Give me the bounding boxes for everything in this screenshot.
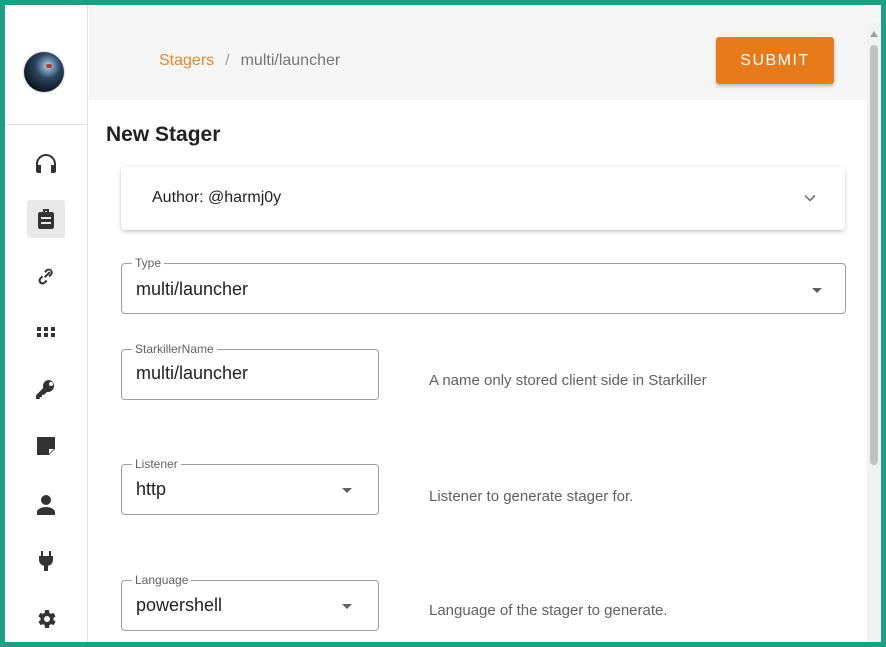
briefcase-icon xyxy=(38,209,54,229)
plug-icon xyxy=(39,551,53,571)
caret-down-icon[interactable] xyxy=(342,488,352,493)
user-icon xyxy=(37,495,55,515)
sidebar-item-users[interactable] xyxy=(27,486,65,524)
listener-select[interactable]: Listener http xyxy=(121,457,379,515)
submit-button[interactable]: SUBMIT xyxy=(716,37,834,84)
top-bar: Stagers / multi/launcher SUBMIT xyxy=(89,5,881,100)
language-value: powershell xyxy=(136,595,223,615)
listener-hint: Listener to generate stager for. xyxy=(429,488,634,505)
caret-down-icon[interactable] xyxy=(812,288,822,293)
sidebar xyxy=(5,5,88,642)
author-expansion-panel[interactable]: Author: @harmj0y xyxy=(121,167,845,230)
type-select[interactable]: Type multi/launcher xyxy=(121,256,846,314)
empire-logo[interactable] xyxy=(24,52,64,92)
scroll-up-arrow-icon[interactable] xyxy=(870,31,878,37)
sidebar-item-agents[interactable] xyxy=(27,257,65,295)
scrollbar[interactable] xyxy=(867,23,881,642)
link-icon xyxy=(38,268,53,285)
starkiller-name-label: StarkillerName xyxy=(132,342,217,356)
gear-icon xyxy=(38,610,56,628)
type-label: Type xyxy=(132,256,165,270)
breadcrumb-current: multi/launcher xyxy=(240,52,341,69)
breadcrumb-separator: / xyxy=(225,52,230,69)
breadcrumb-link-stagers[interactable]: Stagers xyxy=(159,52,214,69)
sidebar-item-reporting[interactable] xyxy=(27,427,65,465)
grid-icon xyxy=(37,327,55,337)
headphones-icon xyxy=(36,154,56,173)
sidebar-item-plugins[interactable] xyxy=(27,542,65,580)
chevron-down-icon[interactable] xyxy=(803,191,817,205)
sidebar-item-settings[interactable] xyxy=(27,600,65,638)
author-text: Author: @harmj0y xyxy=(152,189,282,206)
breadcrumb: Stagers / multi/launcher xyxy=(159,52,340,70)
language-hint: Language of the stager to generate. xyxy=(429,602,668,619)
page-title: New Stager xyxy=(106,123,221,146)
starkiller-name-hint: A name only stored client side in Starki… xyxy=(429,372,707,389)
caret-down-icon[interactable] xyxy=(342,604,352,609)
note-icon xyxy=(37,437,55,455)
language-select[interactable]: Language powershell xyxy=(121,573,379,631)
logo-area xyxy=(5,5,88,125)
listener-value: http xyxy=(136,479,167,499)
listener-label: Listener xyxy=(132,457,181,471)
sidebar-item-stagers[interactable] xyxy=(27,200,65,238)
starkiller-name-value: multi/launcher xyxy=(136,363,249,383)
sidebar-item-credentials[interactable] xyxy=(27,370,65,408)
type-value: multi/launcher xyxy=(136,279,249,299)
app-window: Stagers / multi/launcher SUBMIT New Stager… xyxy=(0,0,886,647)
language-label: Language xyxy=(132,573,192,587)
sidebar-item-listeners[interactable] xyxy=(27,145,65,183)
sidebar-item-modules[interactable] xyxy=(27,313,65,351)
starkiller-name-field[interactable]: StarkillerName multi/launcher xyxy=(121,342,379,400)
key-icon xyxy=(36,380,55,399)
scroll-thumb[interactable] xyxy=(870,45,878,465)
